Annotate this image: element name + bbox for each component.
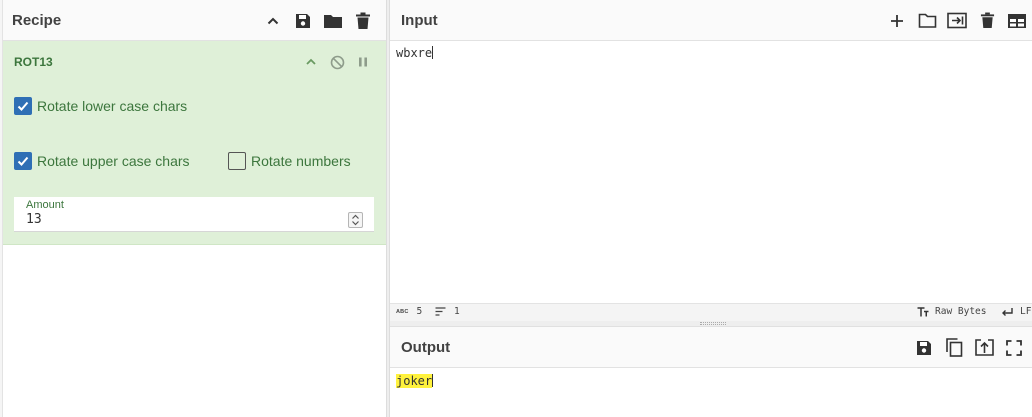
- input-length: 5: [416, 306, 423, 317]
- add-input-tab-button[interactable]: [882, 6, 912, 36]
- copy-output-button[interactable]: [939, 333, 969, 363]
- chevron-up-icon: [306, 58, 316, 65]
- amount-stepper[interactable]: [348, 212, 363, 228]
- clear-recipe-button[interactable]: [348, 6, 378, 36]
- operation-rot13: ROT13 Rotate lower case chars Rotate upp…: [3, 41, 386, 245]
- trash-icon: [980, 12, 994, 28]
- amount-label: Amount: [26, 199, 64, 211]
- encoding-label[interactable]: Raw Bytes: [935, 306, 986, 317]
- text-caret: [432, 374, 434, 387]
- save-icon: [917, 340, 931, 355]
- output-panel: Output joker: [390, 327, 1032, 417]
- collapse-all-button[interactable]: [258, 6, 288, 36]
- maximize-output-button[interactable]: [999, 333, 1029, 363]
- output-header: Output: [390, 327, 1032, 368]
- open-folder-button[interactable]: [912, 6, 942, 36]
- trash-icon: [356, 12, 370, 29]
- text-format-icon: [917, 306, 929, 316]
- length-indicator: ABC 5: [396, 306, 422, 317]
- input-panel: Input wbxre ABC 5 1 Raw Bytes LF: [390, 0, 1032, 321]
- input-title: Input: [401, 11, 438, 29]
- breakpoint-button[interactable]: [350, 49, 376, 75]
- disable-operation-button[interactable]: [324, 49, 350, 75]
- checkmark-icon: [17, 101, 29, 111]
- output-title: Output: [401, 338, 451, 356]
- resize-grip[interactable]: [700, 322, 726, 325]
- collapse-operation-button[interactable]: [298, 49, 324, 75]
- recipe-title: Recipe: [12, 11, 62, 29]
- rotate-upper-label: Rotate upper case chars: [37, 153, 190, 169]
- text-caret: [432, 46, 434, 59]
- input-lines: 1: [454, 306, 460, 317]
- rotate-numbers-option[interactable]: Rotate numbers: [228, 152, 351, 170]
- rotate-lower-label: Rotate lower case chars: [37, 98, 188, 114]
- copy-icon: [946, 338, 963, 357]
- rotate-upper-option[interactable]: Rotate upper case chars: [14, 152, 190, 170]
- rotate-lower-option[interactable]: Rotate lower case chars: [14, 97, 187, 115]
- input-status-bar: ABC 5 1 Raw Bytes LF: [390, 303, 1032, 321]
- save-recipe-button[interactable]: [288, 6, 318, 36]
- folder-icon: [918, 13, 936, 28]
- encoding-selector[interactable]: Raw Bytes: [917, 306, 986, 317]
- recipe-header: Recipe: [3, 0, 386, 41]
- load-recipe-button[interactable]: [318, 6, 348, 36]
- pause-icon: [359, 57, 367, 67]
- save-output-button[interactable]: [909, 333, 939, 363]
- amount-value[interactable]: 13: [26, 212, 42, 227]
- input-header: Input: [390, 0, 1032, 41]
- recipe-panel: Recipe ROT13 Rotate lower case chars Rot…: [0, 0, 388, 417]
- folder-icon: [324, 14, 342, 28]
- disable-icon: [330, 55, 344, 69]
- checkmark-icon: [17, 156, 29, 166]
- amount-field[interactable]: Amount 13: [14, 197, 374, 232]
- layout-icon: [1008, 13, 1026, 28]
- rotate-upper-checkbox[interactable]: [14, 152, 32, 170]
- return-icon: [1002, 307, 1013, 316]
- eol-selector[interactable]: LF: [1001, 306, 1031, 317]
- import-icon: [947, 12, 967, 29]
- lines-icon: [435, 307, 446, 316]
- input-text: wbxre: [396, 46, 433, 60]
- stepper-arrows-icon: [352, 214, 359, 226]
- abc-icon: ABC: [396, 308, 409, 315]
- plus-icon: [891, 14, 903, 27]
- replace-input-button[interactable]: [969, 333, 999, 363]
- save-icon: [296, 13, 310, 28]
- eol-label[interactable]: LF: [1020, 306, 1031, 317]
- rotate-numbers-checkbox[interactable]: [228, 152, 246, 170]
- open-file-button[interactable]: [942, 6, 972, 36]
- line-indicator: 1: [435, 306, 460, 317]
- output-textarea[interactable]: joker: [396, 374, 434, 388]
- rotate-numbers-label: Rotate numbers: [251, 153, 351, 169]
- rotate-lower-checkbox[interactable]: [14, 97, 32, 115]
- maximize-icon: [1006, 339, 1022, 356]
- replace-input-icon: [974, 339, 994, 356]
- output-text: joker: [396, 374, 433, 388]
- input-textarea[interactable]: wbxre: [396, 46, 434, 60]
- reset-layout-button[interactable]: [1002, 6, 1032, 36]
- clear-input-button[interactable]: [972, 6, 1002, 36]
- chevron-up-icon: [267, 17, 279, 24]
- operation-title: ROT13: [14, 55, 53, 69]
